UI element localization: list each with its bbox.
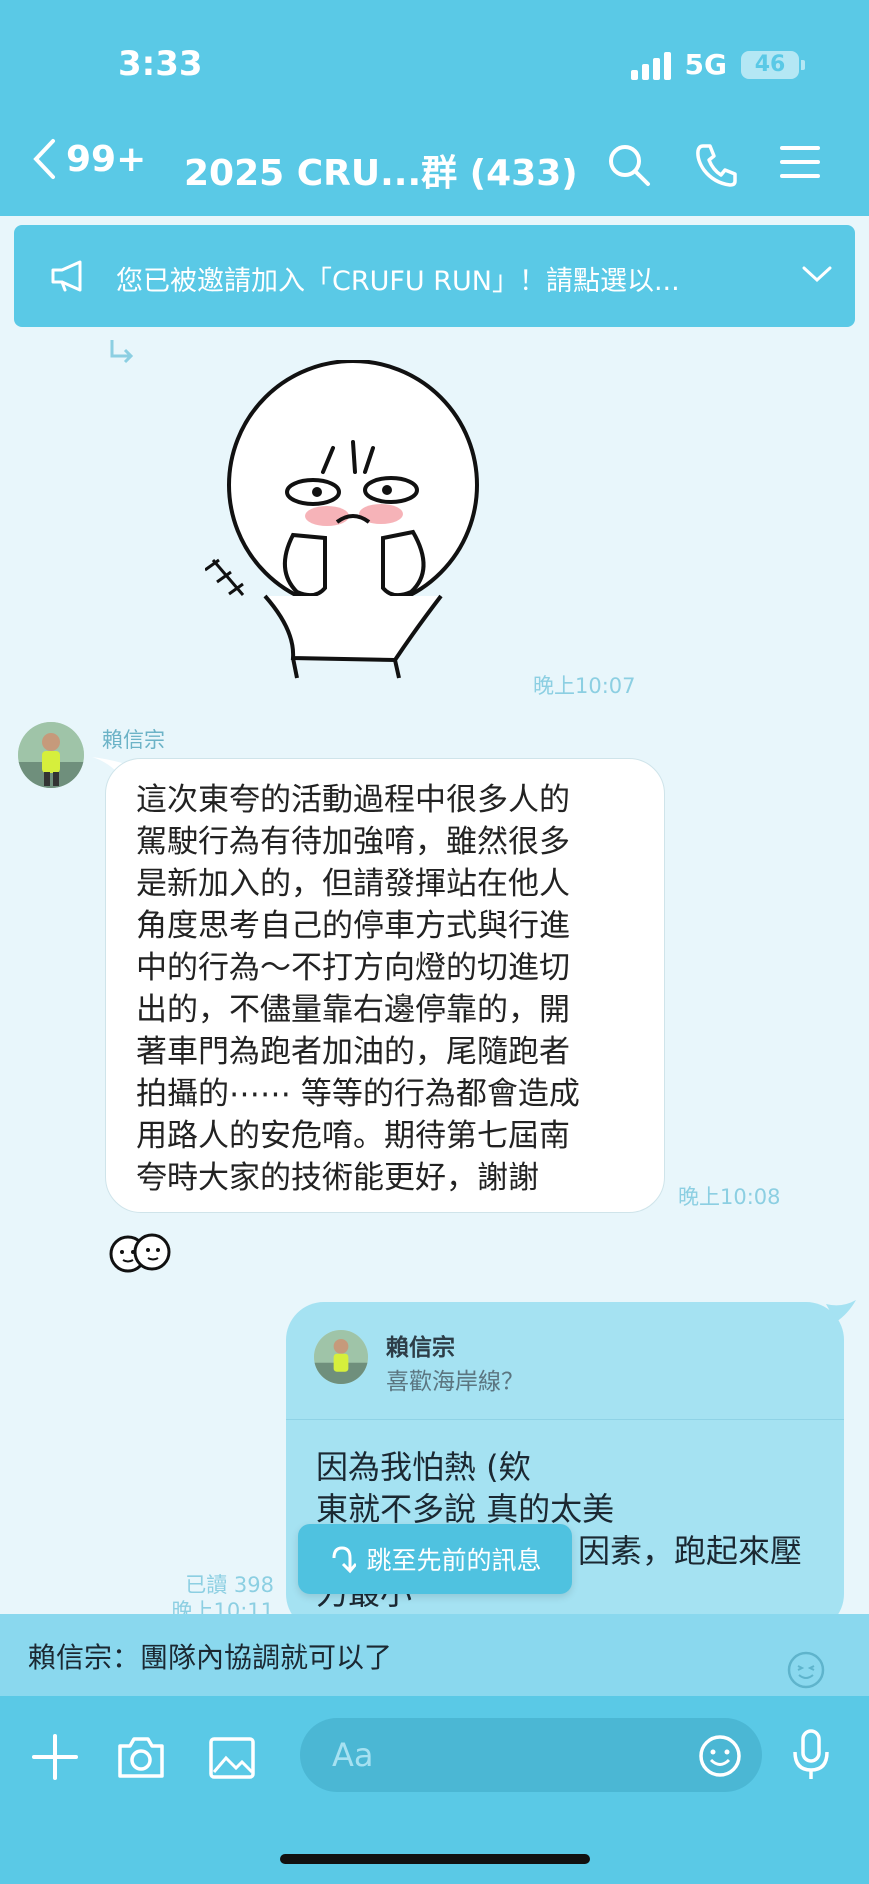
message-input[interactable]: Aa — [300, 1718, 762, 1792]
jump-label: 跳至先前的訊息 — [366, 1546, 542, 1575]
sticker-image[interactable] — [205, 360, 495, 680]
quoted-message[interactable]: 賴信宗 喜歡海岸線？ — [286, 1302, 844, 1420]
back-button[interactable]: 99+ — [32, 138, 146, 180]
avatar-photo — [18, 722, 84, 788]
home-indicator — [280, 1854, 590, 1864]
nav-bar: 99+ 2025 CRU...群 (433) — [0, 130, 869, 204]
search-icon[interactable] — [606, 142, 652, 188]
unread-count: 99+ — [66, 138, 147, 180]
input-placeholder: Aa — [332, 1736, 374, 1774]
quote-text: 喜歡海岸線？ — [386, 1369, 524, 1395]
reply-arrow-icon — [110, 340, 134, 364]
emoji-sticker-icon[interactable] — [786, 1650, 826, 1690]
timestamp: 晚上10:08 — [678, 1185, 781, 1209]
chevron-left-icon — [33, 139, 55, 179]
plus-icon[interactable] — [32, 1734, 78, 1780]
avatar[interactable] — [18, 722, 84, 788]
jump-arrow-icon — [332, 1546, 357, 1574]
message-line: 因為我怕熱 (欸 — [316, 1448, 531, 1486]
image-icon[interactable] — [208, 1736, 256, 1780]
message-line: 用路人的安危唷。期待第七屆南 — [136, 1118, 570, 1154]
sender-name: 賴信宗 — [102, 728, 165, 752]
status-bar-right: 5G 46 — [630, 48, 805, 81]
quote-sender: 賴信宗 — [386, 1335, 455, 1361]
camera-icon[interactable] — [116, 1734, 166, 1780]
megaphone-icon — [51, 260, 82, 292]
input-bar: Aa — [0, 1696, 869, 1884]
message-line: 是新加入的，但請發揮站在他人 — [136, 866, 570, 902]
chat-title[interactable]: 2025 CRU...群 (433) — [184, 144, 578, 196]
message-line: 夸時大家的技術能更好，謝謝 — [136, 1160, 539, 1196]
announcement-text: 您已被邀請加入「CRUFU RUN」！請點選以... — [116, 266, 680, 297]
phone-icon[interactable] — [694, 142, 738, 188]
jump-to-previous-button[interactable]: 跳至先前的訊息 — [298, 1524, 572, 1594]
quote-avatar — [314, 1330, 368, 1384]
message-line: 角度思考自己的停車方式與行進 — [136, 908, 570, 944]
last-message-preview[interactable]: 賴信宗：團隊內協調就可以了 — [0, 1614, 869, 1696]
message-bubble[interactable]: 這次東夸的活動過程中很多人的 駕駛行為有待加強唷，雖然很多 是新加入的，但請發揮… — [105, 758, 665, 1213]
read-count: 已讀 398 — [185, 1573, 274, 1597]
microphone-icon[interactable] — [790, 1728, 832, 1782]
announcement-banner[interactable]: 您已被邀請加入「CRUFU RUN」！請點選以... — [14, 225, 855, 327]
message-line: 出的，不儘量靠右邊停靠的，開 — [136, 992, 570, 1028]
preview-text: 賴信宗：團隊內協調就可以了 — [28, 1641, 393, 1674]
status-time: 3:33 — [118, 44, 203, 84]
message-line: 著車門為跑者加油的，尾隨跑者 — [136, 1034, 570, 1070]
menu-icon[interactable] — [780, 142, 820, 182]
message-line: 拍攝的⋯⋯ 等等的行為都會造成 — [136, 1076, 580, 1112]
message-line: 中的行為～不打方向燈的切進切 — [136, 950, 570, 986]
message-line: 駕駛行為有待加強唷，雖然很多 — [136, 824, 570, 860]
avatar-photo — [314, 1330, 368, 1384]
timestamp: 晚上10:07 — [533, 674, 636, 698]
message-line: 這次東夸的活動過程中很多人的 — [136, 782, 570, 818]
battery-icon: 46 — [741, 50, 805, 79]
reaction-emoji-icon[interactable] — [104, 1232, 176, 1274]
header: 3:33 5G 46 99+ 2025 CRU...群 (433) — [0, 0, 869, 216]
signal-icon — [630, 50, 671, 80]
network-type: 5G — [684, 48, 727, 81]
emoji-icon[interactable] — [698, 1734, 742, 1778]
message-line: 因素，跑起來壓 — [578, 1532, 803, 1570]
chevron-down-icon[interactable] — [802, 265, 832, 283]
